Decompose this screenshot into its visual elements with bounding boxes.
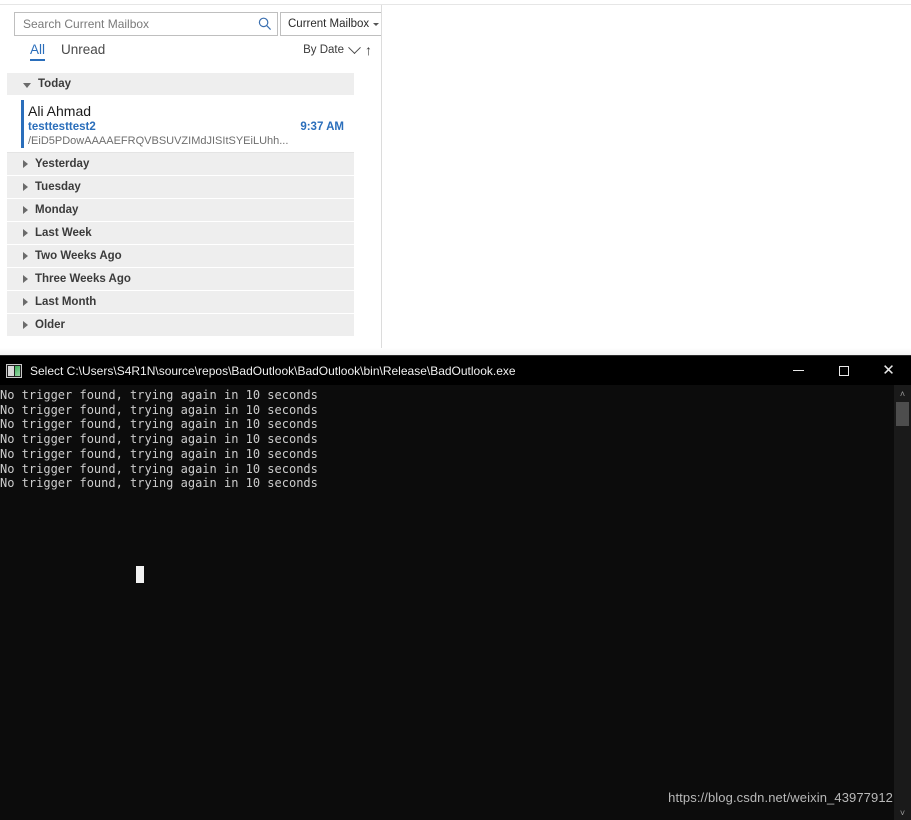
group-header-two-weeks-ago[interactable]: Two Weeks Ago	[7, 245, 354, 268]
message-list[interactable]: Today Ali Ahmad testtesttest2 9:37 AM /E…	[7, 73, 354, 337]
expand-triangle-icon	[23, 82, 31, 88]
search-scope-dropdown[interactable]: Current Mailbox	[280, 12, 386, 36]
group-header-last-week[interactable]: Last Week	[7, 222, 354, 245]
expand-triangle-icon	[23, 229, 28, 237]
sort-by-label[interactable]: By Date	[303, 44, 344, 56]
message-sender: Ali Ahmad	[28, 103, 92, 119]
console-cursor	[136, 566, 144, 583]
search-input-placeholder: Search Current Mailbox	[23, 17, 150, 31]
message-preview: /EiD5PDowAAAAEFRQVBSUVZIMdJISItSYEiLUhh.…	[28, 135, 289, 147]
search-row: Search Current Mailbox Current Mailbox	[14, 12, 386, 36]
chevron-down-icon[interactable]	[348, 40, 361, 54]
console-line: No trigger found, trying again in 10 sec…	[0, 402, 318, 417]
watermark: https://blog.csdn.net/weixin_43977912	[668, 790, 893, 805]
message-time: 9:37 AM	[300, 121, 344, 133]
search-icon[interactable]	[257, 16, 273, 32]
group-label: Tuesday	[35, 181, 81, 193]
filter-row: All Unread By Date ↑	[14, 40, 374, 68]
selected-accent-bar	[21, 100, 24, 148]
minimize-icon	[793, 370, 804, 371]
message-subject: testtesttest2	[28, 121, 96, 133]
message-list-item[interactable]: Ali Ahmad testtesttest2 9:37 AM /EiD5PDo…	[7, 96, 354, 153]
expand-triangle-icon	[23, 206, 28, 214]
group-label: Monday	[35, 204, 79, 216]
expand-triangle-icon	[23, 160, 28, 168]
console-line: No trigger found, trying again in 10 sec…	[0, 417, 318, 432]
outlook-window: Search Current Mailbox Current Mailbox A…	[0, 0, 911, 356]
group-label: Three Weeks Ago	[35, 273, 131, 285]
arrow-up-icon[interactable]: ↑	[365, 43, 372, 57]
scroll-down-arrow-icon[interactable]: ˅	[894, 804, 911, 820]
group-header-today[interactable]: Today	[7, 73, 354, 96]
console-line: No trigger found, trying again in 10 sec…	[0, 388, 318, 402]
group-header-three-weeks-ago[interactable]: Three Weeks Ago	[7, 268, 354, 291]
maximize-icon	[838, 365, 849, 376]
tab-unread[interactable]: Unread	[61, 42, 105, 61]
console-line: No trigger found, trying again in 10 sec…	[0, 461, 318, 476]
group-header-tuesday[interactable]: Tuesday	[7, 176, 354, 199]
screen-root: Search Current Mailbox Current Mailbox A…	[0, 0, 911, 820]
expand-triangle-icon	[23, 321, 28, 329]
message-filter-tabs: All Unread	[30, 42, 105, 61]
console-title-bar[interactable]: Select C:\Users\S4R1N\source\repos\BadOu…	[0, 356, 911, 385]
console-line: No trigger found, trying again in 10 sec…	[0, 476, 318, 491]
expand-triangle-icon	[23, 183, 28, 191]
group-label: Yesterday	[35, 158, 90, 170]
command-prompt-icon	[6, 363, 22, 378]
group-label: Two Weeks Ago	[35, 250, 122, 262]
group-header-yesterday[interactable]: Yesterday	[7, 153, 354, 176]
sort-controls: By Date ↑	[303, 40, 372, 57]
group-header-last-month[interactable]: Last Month	[7, 291, 354, 314]
maximize-button[interactable]	[821, 356, 866, 385]
close-button[interactable]: ✕	[866, 356, 911, 385]
expand-triangle-icon	[23, 275, 28, 283]
window-controls: ✕	[776, 356, 911, 385]
search-input[interactable]: Search Current Mailbox	[14, 12, 278, 36]
console-line: No trigger found, trying again in 10 sec…	[0, 446, 318, 461]
group-label: Last Month	[35, 296, 97, 308]
command-prompt-window: Select C:\Users\S4R1N\source\repos\BadOu…	[0, 355, 911, 820]
console-output[interactable]: No trigger found, trying again in 10 sec…	[0, 385, 911, 820]
console-title-text: Select C:\Users\S4R1N\source\repos\BadOu…	[30, 363, 516, 378]
group-label: Older	[35, 319, 66, 331]
reading-pane	[382, 5, 911, 348]
search-scope-label: Current Mailbox	[288, 18, 370, 30]
scrollbar-thumb[interactable]	[896, 402, 909, 426]
console-scrollbar[interactable]: ˄ ˅	[894, 385, 911, 820]
message-subject-row: testtesttest2 9:37 AM	[28, 121, 344, 133]
expand-triangle-icon	[23, 298, 28, 306]
group-header-monday[interactable]: Monday	[7, 199, 354, 222]
scroll-up-arrow-icon[interactable]: ˄	[894, 385, 911, 402]
group-label: Last Week	[35, 227, 92, 239]
chevron-down-icon	[373, 22, 380, 26]
console-line: No trigger found, trying again in 10 sec…	[0, 432, 318, 447]
close-icon: ✕	[882, 362, 895, 379]
minimize-button[interactable]	[776, 356, 821, 385]
tab-all[interactable]: All	[30, 42, 46, 61]
expand-triangle-icon	[23, 252, 28, 260]
group-label: Today	[38, 78, 72, 90]
group-header-older[interactable]: Older	[7, 314, 354, 337]
